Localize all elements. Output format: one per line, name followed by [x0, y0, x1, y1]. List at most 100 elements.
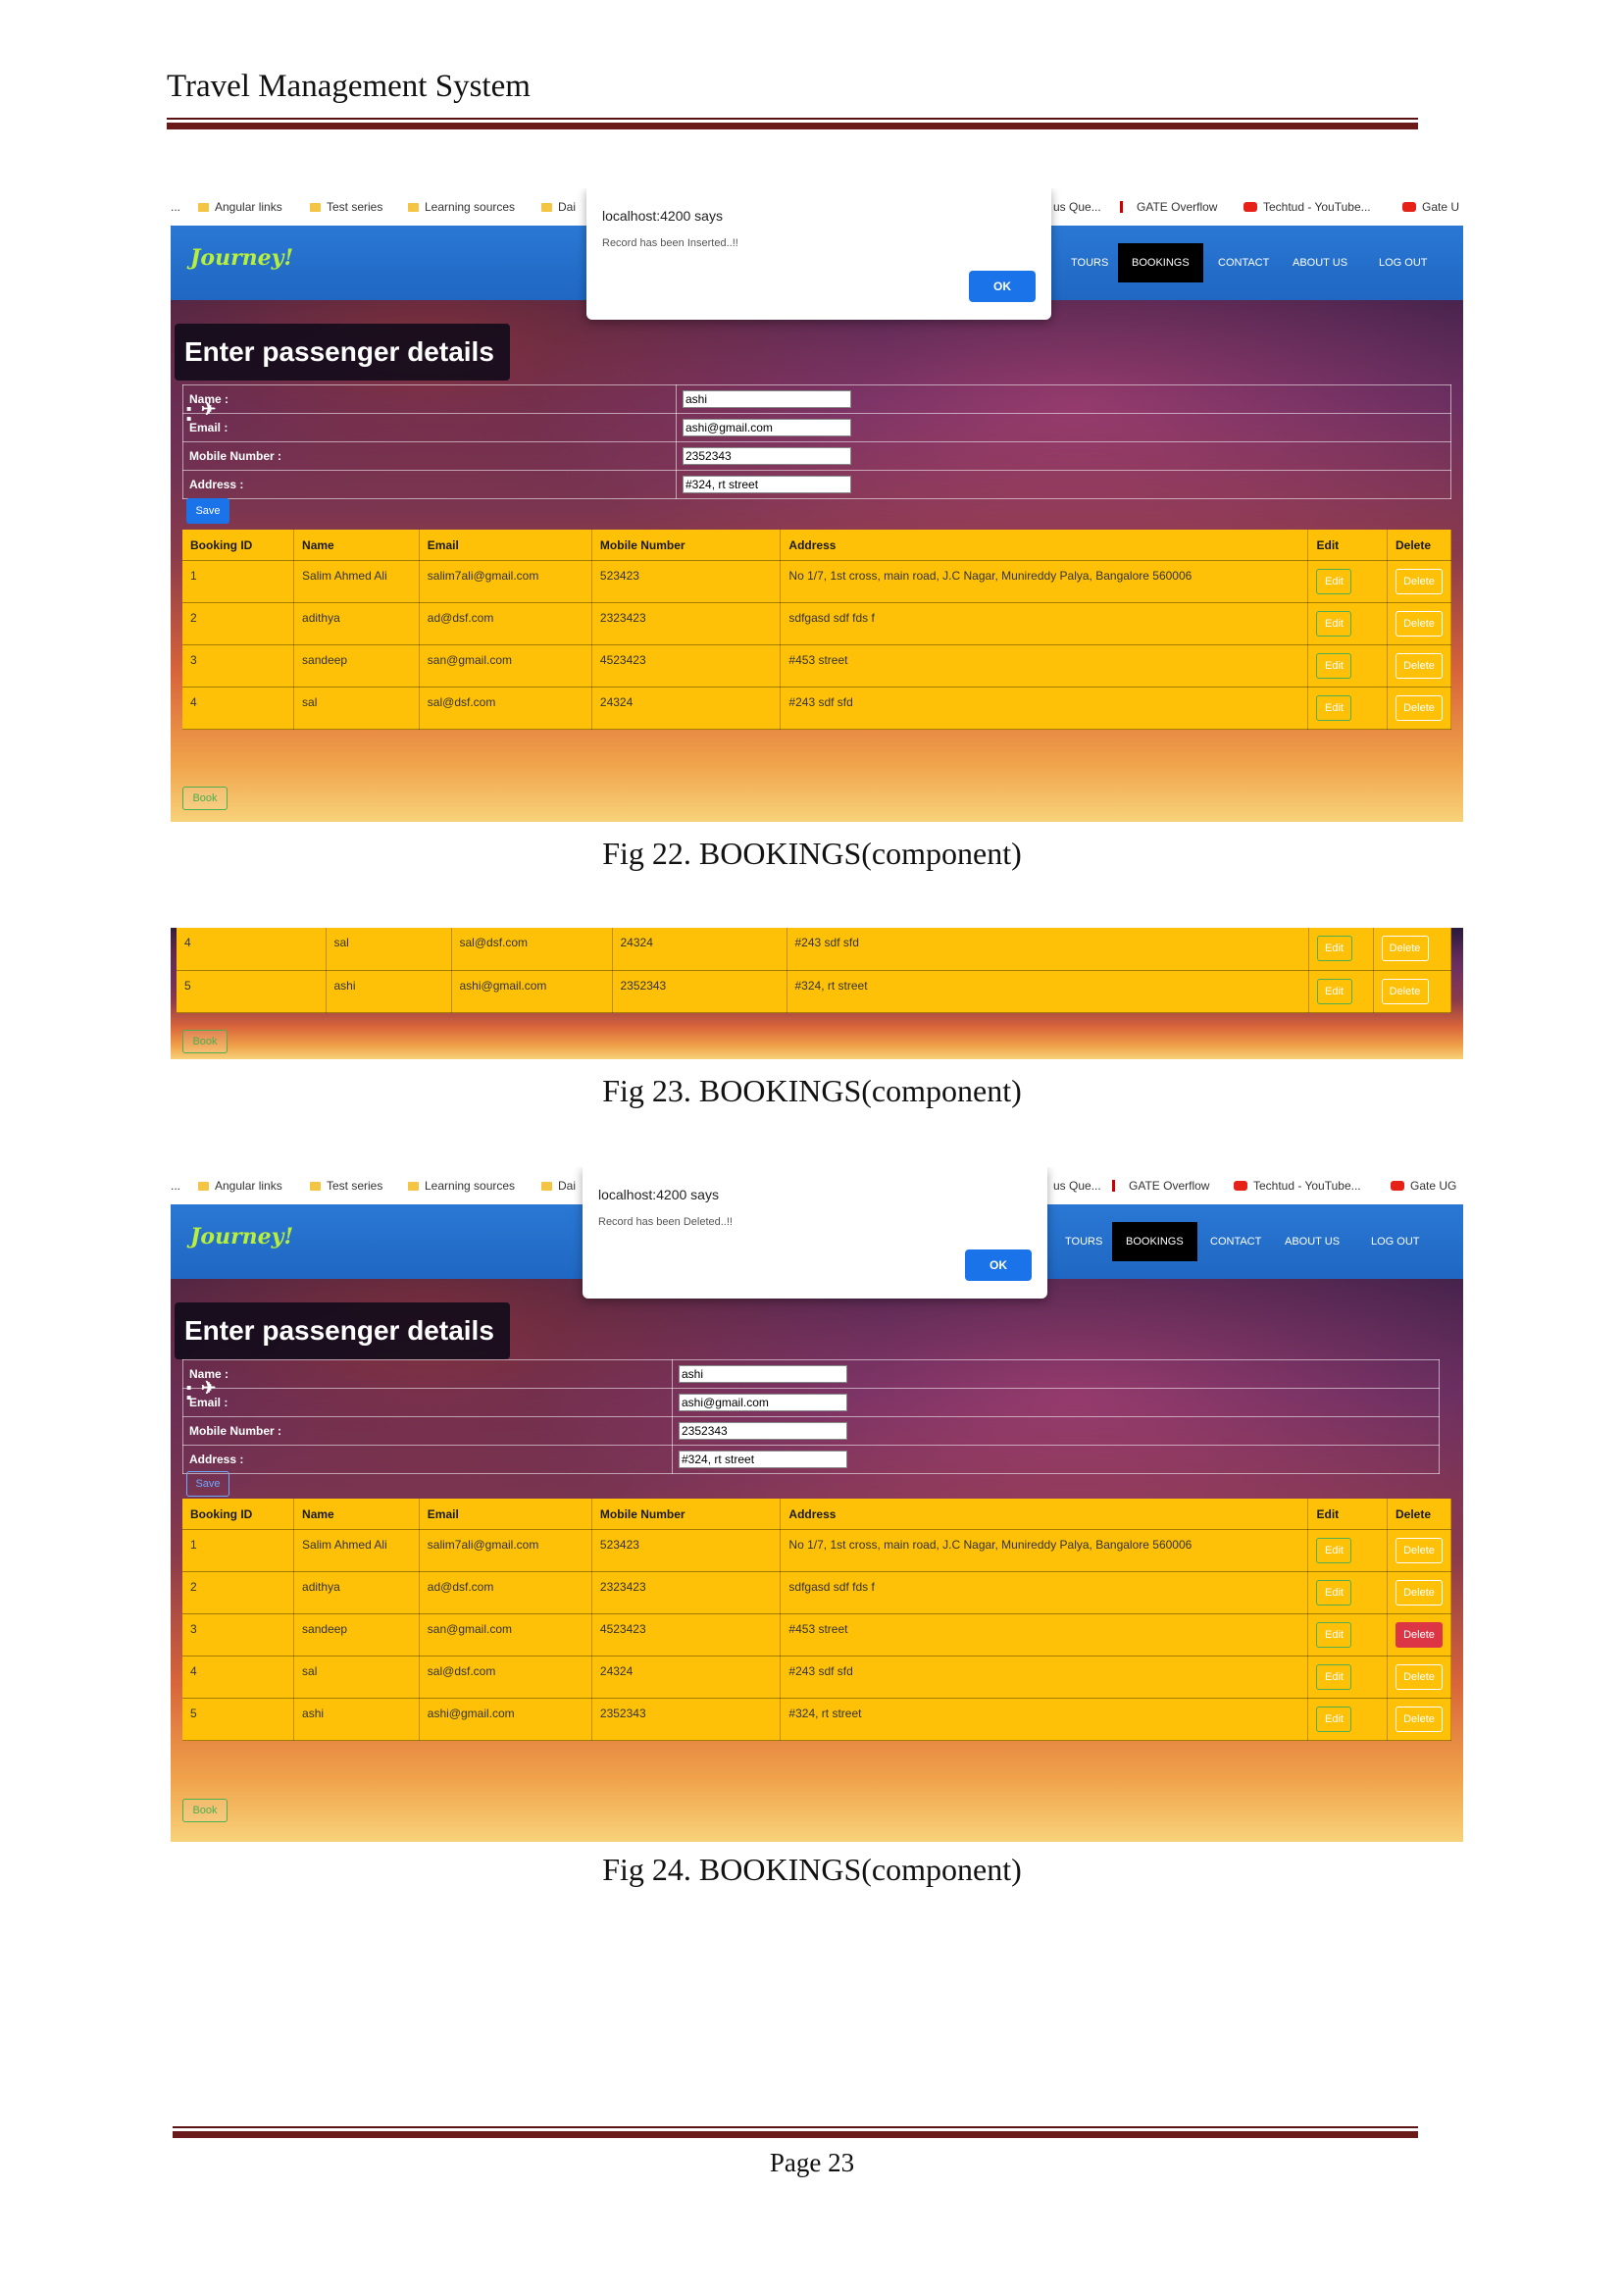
cell-email: ad@dsf.com — [419, 1571, 592, 1614]
book-button[interactable]: Book — [182, 1799, 228, 1822]
logo[interactable]: Journey! — [190, 1224, 293, 1249]
cell-name: sal — [293, 1656, 420, 1699]
bookmark-learning-sources[interactable]: Learning sources — [408, 1179, 515, 1193]
col-address: Address — [780, 530, 1309, 561]
delete-button[interactable]: Delete — [1396, 611, 1443, 637]
edit-button[interactable]: Edit — [1316, 1580, 1352, 1606]
folder-icon — [198, 1182, 209, 1191]
edit-button[interactable]: Edit — [1316, 1538, 1352, 1563]
nav-bookings[interactable]: BOOKINGS — [1112, 1222, 1197, 1261]
delete-button[interactable]: Delete — [1396, 1664, 1443, 1690]
nav-tours[interactable]: TOURS — [1057, 243, 1122, 282]
dialog-title: localhost:4200 says — [598, 1187, 719, 1202]
ok-button[interactable]: OK — [969, 271, 1036, 302]
delete-button[interactable]: Delete — [1381, 978, 1429, 1004]
delete-button[interactable]: Delete — [1396, 569, 1443, 594]
cell-mobile: 4523423 — [591, 1613, 782, 1657]
nav-about-us[interactable]: ABOUT US — [1271, 1222, 1353, 1261]
folder-icon — [310, 203, 321, 212]
bookmark-gate-u[interactable]: Gate U — [1402, 200, 1459, 214]
mobile-input[interactable] — [679, 1422, 847, 1440]
cell-name: sandeep — [293, 1613, 420, 1657]
email-input[interactable] — [683, 419, 851, 436]
edit-button[interactable]: Edit — [1316, 695, 1352, 721]
logo[interactable]: Journey! — [190, 245, 293, 271]
bookmark-us-que[interactable]: us Que... — [1053, 1179, 1101, 1193]
book-button[interactable]: Book — [182, 1030, 228, 1053]
table-row: 1 Salim Ahmed Ali salim7ali@gmail.com 52… — [182, 1529, 1451, 1572]
edit-button[interactable]: Edit — [1316, 653, 1352, 679]
nav-bookings[interactable]: BOOKINGS — [1118, 243, 1203, 282]
footer-rule — [173, 2126, 1418, 2138]
edit-button[interactable]: Edit — [1316, 611, 1352, 637]
delete-button[interactable]: Delete — [1396, 1538, 1443, 1563]
col-email: Email — [419, 1499, 592, 1530]
bookmark-dai[interactable]: Dai — [541, 1179, 576, 1193]
mobile-label: Mobile Number : — [182, 441, 677, 471]
alert-dialog: localhost:4200 says Record has been Inse… — [586, 188, 1051, 320]
bookmark-us-que[interactable]: us Que... — [1053, 200, 1101, 214]
delete-button-active[interactable]: Delete — [1396, 1622, 1443, 1648]
cell-address: #243 sdf sfd — [780, 687, 1309, 730]
bookmark-learning-sources[interactable]: Learning sources — [408, 200, 515, 214]
delete-button[interactable]: Delete — [1396, 1707, 1443, 1732]
nav-contact[interactable]: CONTACT — [1196, 1222, 1275, 1261]
folder-icon — [310, 1182, 321, 1191]
edit-button[interactable]: Edit — [1316, 569, 1352, 594]
cell-email: ashi@gmail.com — [451, 970, 613, 1013]
col-edit: Edit — [1307, 1499, 1388, 1530]
save-button[interactable]: Save — [186, 1471, 229, 1497]
name-input[interactable] — [683, 390, 851, 408]
book-button[interactable]: Book — [182, 787, 228, 810]
youtube-icon — [1402, 202, 1416, 212]
address-input[interactable] — [683, 476, 851, 493]
cell-address: sdfgasd sdf fds f — [780, 1571, 1309, 1614]
address-input[interactable] — [679, 1451, 847, 1468]
nav-log-out[interactable]: LOG OUT — [1357, 1222, 1434, 1261]
bookmark-angular-links[interactable]: Angular links — [198, 1179, 282, 1193]
cell-name: ashi — [326, 970, 452, 1013]
table-row: 3 sandeep san@gmail.com 4523423 #453 str… — [182, 1613, 1451, 1657]
bookmark-angular-links[interactable]: Angular links — [198, 200, 282, 214]
caption-fig23: Fig 23. BOOKINGS(component) — [602, 1073, 1022, 1108]
cell-id: 1 — [182, 560, 295, 603]
bookmark-gate-ug[interactable]: Gate UG — [1391, 1179, 1456, 1193]
bookmark-test-series[interactable]: Test series — [310, 200, 382, 214]
edit-button[interactable]: Edit — [1316, 936, 1352, 961]
col-edit: Edit — [1307, 530, 1388, 561]
edit-button[interactable]: Edit — [1316, 978, 1352, 1004]
save-button[interactable]: Save — [186, 498, 229, 524]
cell-id: 4 — [177, 928, 327, 971]
bookmarks-overflow[interactable]: ... — [171, 1179, 180, 1193]
mobile-input[interactable] — [683, 447, 851, 465]
nav-about-us[interactable]: ABOUT US — [1279, 243, 1361, 282]
bookmark-gate-overflow[interactable]: GATE Overflow — [1120, 200, 1217, 214]
delete-button[interactable]: Delete — [1396, 1580, 1443, 1606]
nav-tours[interactable]: TOURS — [1051, 1222, 1116, 1261]
col-mobile: Mobile Number — [591, 530, 782, 561]
delete-button[interactable]: Delete — [1381, 936, 1429, 961]
table-row: 5 ashi ashi@gmail.com 2352343 #324, rt s… — [177, 970, 1451, 1013]
edit-button[interactable]: Edit — [1316, 1707, 1352, 1732]
nav-contact[interactable]: CONTACT — [1204, 243, 1283, 282]
bookmark-dai[interactable]: Dai — [541, 200, 576, 214]
email-input[interactable] — [679, 1394, 847, 1411]
bookmark-test-series[interactable]: Test series — [310, 1179, 382, 1193]
edit-button[interactable]: Edit — [1316, 1622, 1352, 1648]
delete-button[interactable]: Delete — [1396, 695, 1443, 721]
cell-address: #324, rt street — [787, 970, 1309, 1013]
nav-log-out[interactable]: LOG OUT — [1365, 243, 1442, 282]
alert-dialog: localhost:4200 says Record has been Dele… — [583, 1167, 1047, 1299]
bookmark-techtud[interactable]: Techtud - YouTube... — [1234, 1179, 1361, 1193]
folder-icon — [198, 203, 209, 212]
bookmarks-overflow[interactable]: ... — [171, 200, 180, 214]
cell-address: sdfgasd sdf fds f — [780, 602, 1309, 645]
bookmark-techtud[interactable]: Techtud - YouTube... — [1243, 200, 1371, 214]
col-address: Address — [780, 1499, 1309, 1530]
bookmark-gate-overflow[interactable]: GATE Overflow — [1112, 1179, 1209, 1193]
ok-button[interactable]: OK — [965, 1249, 1032, 1281]
edit-button[interactable]: Edit — [1316, 1664, 1352, 1690]
fig23-screenshot: 4 sal sal@dsf.com 24324 #243 sdf sfd Edi… — [171, 928, 1463, 1059]
delete-button[interactable]: Delete — [1396, 653, 1443, 679]
name-input[interactable] — [679, 1365, 847, 1383]
